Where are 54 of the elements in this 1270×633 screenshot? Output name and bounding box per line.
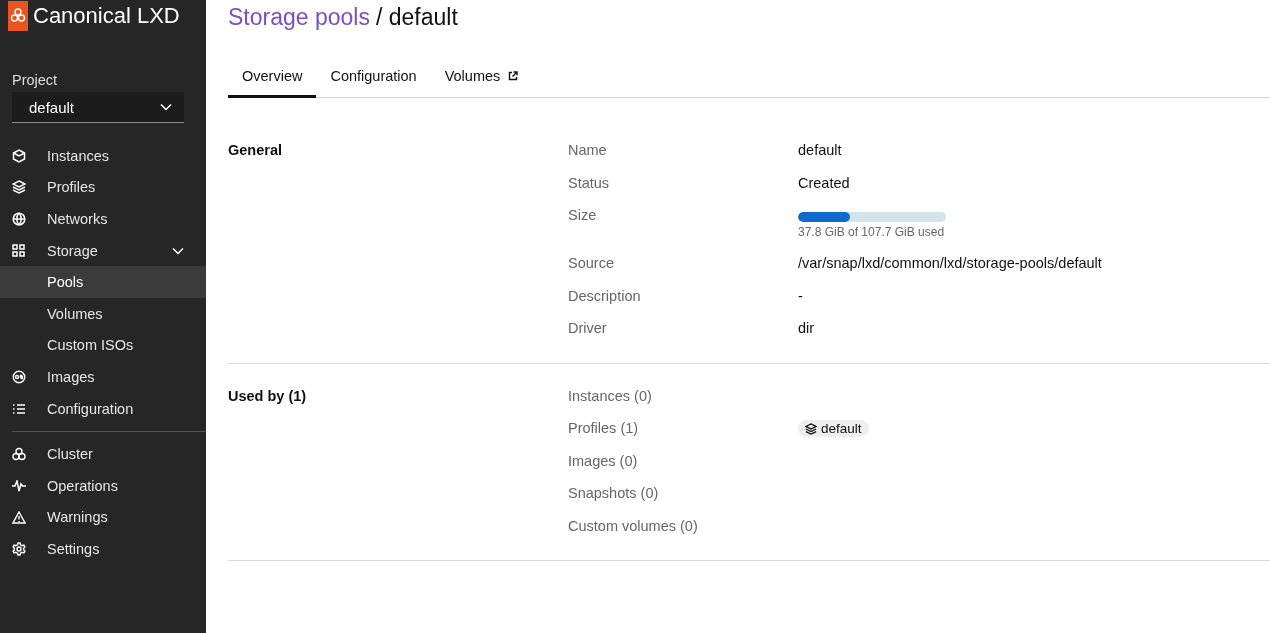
- nav-item[interactable]: Operations: [0, 469, 206, 502]
- field-label: Driver: [568, 320, 608, 336]
- warning-icon: [12, 510, 26, 524]
- project-select[interactable]: default: [12, 92, 184, 123]
- tab[interactable]: Volumes: [430, 59, 533, 98]
- nav-subitem[interactable]: Volumes: [0, 297, 206, 330]
- tab[interactable]: Configuration: [316, 59, 431, 98]
- project-label: Project: [12, 72, 59, 88]
- field-value: default: [798, 142, 842, 158]
- cube-icon: [12, 148, 26, 163]
- settings-icon: [12, 541, 26, 556]
- tab[interactable]: Overview: [228, 59, 317, 98]
- list-icon: [12, 402, 26, 415]
- field-label: Custom volumes (0): [568, 517, 699, 534]
- nav-item[interactable]: Storage: [0, 234, 206, 267]
- section-title: General: [228, 142, 283, 160]
- cluster-icon: [12, 447, 26, 462]
- section-title: Used by (1): [228, 387, 308, 406]
- layers-icon: [805, 422, 817, 435]
- field-label: Snapshots (0): [568, 485, 660, 501]
- pulse-icon: [12, 479, 26, 492]
- nav-item[interactable]: Cluster: [0, 438, 206, 470]
- field-label: Size: [568, 207, 598, 223]
- page-title: / default: [375, 4, 458, 31]
- field-label: Description: [568, 287, 642, 304]
- nav-item[interactable]: Warnings: [0, 501, 206, 534]
- field-label: Instances (0): [568, 387, 653, 404]
- nav-item[interactable]: Instances: [0, 140, 206, 172]
- nav-item[interactable]: Settings: [0, 533, 206, 565]
- app-title: Canonical LXD: [33, 2, 180, 29]
- layers-icon: [12, 180, 26, 195]
- grid-icon: [12, 244, 25, 258]
- breadcrumb-link[interactable]: Storage pools: [228, 4, 370, 31]
- nav-subitem[interactable]: Pools: [0, 266, 206, 298]
- field-label: Source: [568, 255, 615, 271]
- os-icon: [12, 369, 26, 384]
- chevron-icon: [160, 103, 172, 111]
- field-label: Profiles (1): [568, 420, 640, 436]
- field-label: Images (0): [568, 452, 639, 469]
- nav-item[interactable]: Profiles: [0, 171, 206, 204]
- field-label: Status: [568, 174, 611, 191]
- field-value: dir: [798, 320, 815, 336]
- field-value: /var/snap/lxd/common/lxd/storage-pools/default: [798, 255, 1102, 271]
- nav-item[interactable]: Configuration: [0, 392, 206, 425]
- nav-item[interactable]: Images: [0, 361, 206, 393]
- profile-chip[interactable]: default: [798, 420, 869, 437]
- field-value: Created: [798, 174, 850, 191]
- logo-icon: [8, 0, 28, 31]
- nav-item[interactable]: Networks: [0, 203, 206, 235]
- field-value: -: [798, 287, 803, 304]
- globe-icon: [12, 212, 26, 226]
- field-label: Name: [568, 142, 608, 158]
- nav-subitem[interactable]: Custom ISOs: [0, 329, 206, 362]
- usage-caption: 37.8 GiB of 107.7 GiB used: [798, 225, 946, 239]
